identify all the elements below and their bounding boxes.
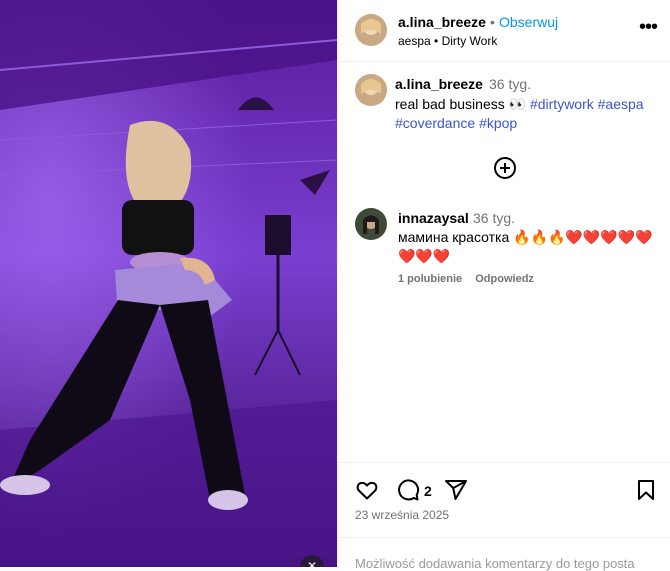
comment-count: 2 [424, 483, 432, 499]
dance-video-frame [0, 0, 337, 567]
reply-button[interactable]: Odpowiedz [475, 273, 534, 285]
comment-username[interactable]: innazaysal [398, 210, 469, 226]
audio-track-link[interactable]: aespa • Dirty Work [398, 34, 497, 48]
post-media[interactable]: ✕ [0, 0, 337, 567]
separator-dot: • [490, 14, 495, 30]
post-details-panel: a.lina_breeze • Obserwuj aespa • Dirty W… [337, 0, 670, 571]
more-options-icon[interactable]: ••• [639, 17, 658, 37]
comment-text: мамина красотка 🔥🔥🔥❤️❤️❤️❤️❤️❤️❤️❤️ [398, 229, 653, 264]
caption-avatar[interactable] [355, 74, 387, 106]
author-avatar[interactable] [355, 14, 387, 46]
heart-icon[interactable] [355, 478, 379, 502]
comment-timestamp[interactable]: 36 tyg. [473, 210, 515, 226]
comment-meta: 1 polubienie Odpowiedz [398, 273, 544, 285]
commenter-avatar[interactable] [355, 208, 387, 240]
caption-timestamp[interactable]: 36 tyg. [489, 76, 531, 92]
comments-disabled-footer: Możliwość dodawania komentarzy do tego p… [338, 537, 670, 571]
author-username[interactable]: a.lina_breeze [398, 14, 486, 30]
hashtag-link[interactable]: #kpop [479, 115, 517, 131]
follow-button[interactable]: Obserwuj [499, 14, 558, 30]
load-more-comments-icon[interactable] [494, 157, 516, 179]
hashtag-link[interactable]: #dirtywork [530, 96, 594, 112]
bookmark-icon[interactable] [634, 478, 658, 502]
comment-likes-link[interactable]: 1 polubienie [398, 273, 462, 285]
hashtag-link[interactable]: #coverdance [395, 115, 475, 131]
caption-username[interactable]: a.lina_breeze [395, 76, 483, 92]
caption-text: real bad business 👀 #dirtywork #aespa #c… [395, 95, 660, 133]
hashtag-link[interactable]: #aespa [598, 96, 644, 112]
post-date[interactable]: 23 września 2025 [355, 508, 449, 522]
post-header: a.lina_breeze • Obserwuj aespa • Dirty W… [338, 0, 670, 62]
caption-body: real bad business 👀 [395, 96, 527, 112]
comments-disabled-text: Możliwość dodawania komentarzy do tego p… [355, 556, 635, 571]
comment-icon[interactable] [396, 478, 420, 502]
share-icon[interactable] [444, 478, 468, 502]
